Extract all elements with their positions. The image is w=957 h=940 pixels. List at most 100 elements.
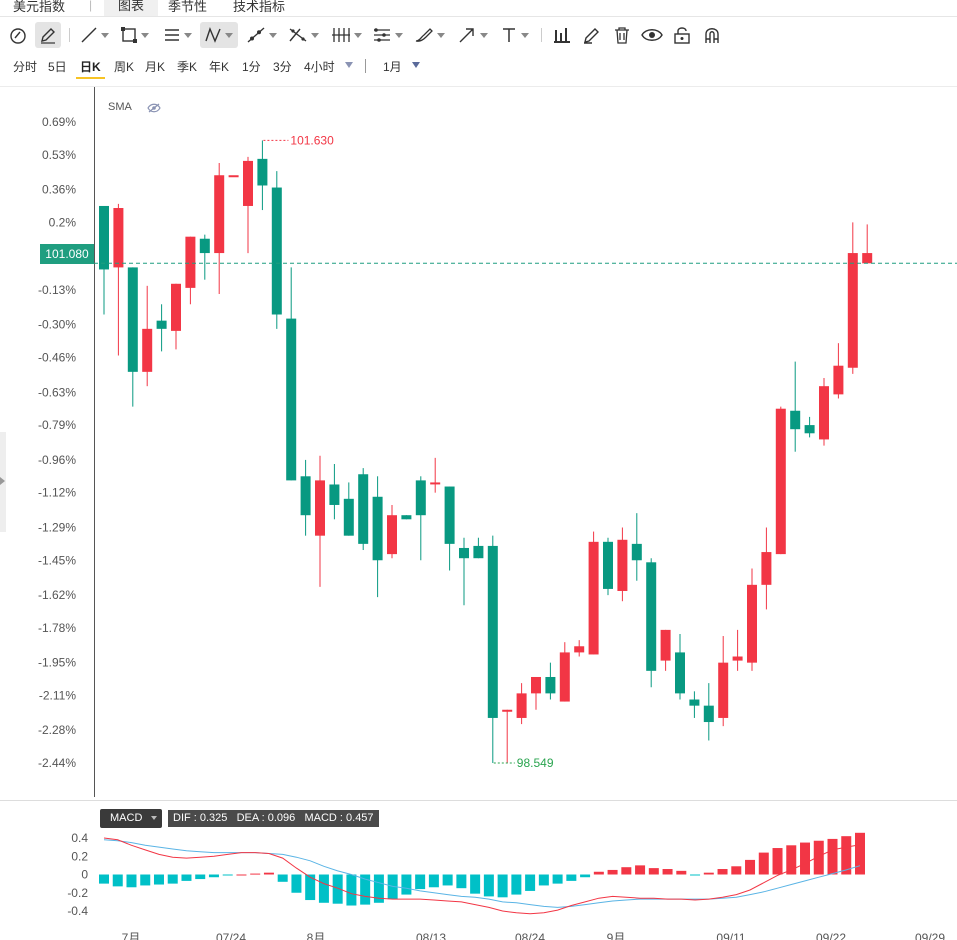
candle-body	[473, 545, 484, 559]
macd-histogram-bar	[153, 874, 164, 885]
candle-body	[790, 410, 801, 430]
price-tick-label: -2.44%	[38, 756, 76, 770]
candle-body	[631, 543, 642, 561]
macd-histogram-bar	[538, 874, 549, 886]
candle-body	[718, 662, 729, 718]
macd-histogram-bar	[401, 874, 412, 895]
eye-slash-icon[interactable]	[147, 103, 161, 113]
macd-histogram-bar	[483, 874, 494, 897]
candle-body	[545, 676, 556, 694]
macd-histogram-bar	[428, 874, 439, 888]
macd-histogram-bar	[800, 842, 811, 875]
candle-body	[847, 253, 858, 368]
candle-body	[329, 484, 340, 505]
macd-name: MACD	[110, 812, 143, 824]
x-axis-label: 08/13	[416, 931, 446, 940]
candle-body	[660, 629, 671, 661]
macd-histogram-bar	[566, 874, 577, 881]
candle-body	[142, 328, 153, 372]
candle-body	[603, 541, 613, 589]
candle-body	[559, 652, 570, 702]
macd-histogram-bar	[126, 874, 137, 888]
candle-body	[99, 205, 109, 270]
sma-indicator-label[interactable]: SMA	[108, 101, 132, 113]
macd-histogram-bar	[318, 874, 329, 903]
chevron-down-icon[interactable]	[151, 816, 157, 820]
macd-tick-label: 0.4	[71, 831, 88, 845]
candle-body	[689, 699, 700, 706]
macd-histogram-bar	[99, 874, 109, 884]
candlestick-chart[interactable]: 0.69% 0.53% 0.36% 0.2% -0.13% -0.30% -0.46% -0.…	[0, 0, 957, 940]
macd-histogram-bar	[263, 872, 274, 875]
price-tick-label: -0.30%	[38, 318, 76, 332]
macd-histogram-bar	[140, 874, 151, 886]
macd-histogram-bar	[181, 874, 192, 881]
candle-body	[199, 238, 210, 254]
price-tick-label: -0.13%	[38, 283, 76, 297]
candle-body	[156, 320, 167, 329]
candle-body	[862, 253, 873, 264]
candle-body	[358, 474, 369, 544]
candle-body	[804, 425, 815, 434]
price-tick-label: -0.63%	[38, 385, 76, 399]
candle-body	[531, 676, 541, 694]
price-tick-label: -1.95%	[38, 656, 76, 670]
macd-histogram-bar	[346, 874, 357, 906]
macd-histogram-bar	[236, 874, 247, 876]
macd-tick-label: 0	[81, 868, 88, 882]
low-price-label: 98.549	[517, 756, 554, 770]
price-tick-label: 0.69%	[42, 115, 76, 129]
candle-body	[243, 160, 253, 206]
candle-body	[487, 545, 498, 718]
candle-body	[387, 515, 397, 555]
candle-body	[444, 486, 455, 544]
macd-tick-label: -0.2	[67, 886, 88, 900]
candle-body	[127, 267, 138, 372]
macd-histogram-bar	[208, 874, 219, 878]
candle-body	[588, 541, 599, 655]
price-tick-label: -1.62%	[38, 588, 76, 602]
x-axis-label: 08/24	[515, 931, 545, 940]
price-tick-label: -0.79%	[38, 418, 76, 432]
macd-histogram-bar	[250, 873, 261, 875]
macd-histogram-bar	[731, 866, 742, 875]
macd-values-readout: DIF : 0.325 DEA : 0.096 MACD : 0.457	[168, 810, 379, 827]
candle-body	[214, 175, 225, 254]
x-axis-label: 07/24	[216, 931, 246, 940]
price-tick-label: -1.12%	[38, 486, 76, 500]
macd-histogram-bar	[195, 874, 206, 880]
macd-histogram-bar	[758, 852, 769, 875]
candle-body	[502, 709, 513, 712]
price-tick-label: -0.96%	[38, 453, 76, 467]
macd-indicator-selector[interactable]: MACD	[100, 809, 162, 828]
candle-body	[761, 552, 772, 585]
candle-body	[300, 476, 311, 516]
macd-histogram-bar	[648, 868, 659, 875]
macd-histogram-bar	[511, 874, 522, 895]
candle-body	[516, 693, 527, 718]
macd-histogram-bar	[112, 874, 123, 887]
macd-histogram-bar	[415, 874, 426, 890]
candle-body	[775, 408, 786, 555]
macd-tick-label: 0.2	[71, 849, 88, 863]
macd-histogram-bar	[676, 870, 687, 875]
macd-histogram-bar	[525, 874, 536, 891]
macd-histogram-bar	[442, 874, 453, 886]
candle-body	[171, 283, 181, 331]
macd-histogram-bar	[291, 874, 302, 893]
macd-histogram-bar	[456, 874, 467, 889]
x-axis-label: 09/29	[915, 931, 945, 940]
macd-histogram-bar	[621, 867, 632, 875]
macd-histogram-bar	[745, 859, 756, 875]
macd-histogram-bar	[703, 872, 714, 875]
macd-histogram-bar	[580, 874, 591, 878]
candle-body	[343, 498, 354, 536]
macd-histogram-bar	[593, 871, 604, 875]
macd-histogram-bar	[635, 865, 646, 875]
macd-histogram-bar	[167, 874, 178, 884]
x-axis-label: 7月	[122, 931, 141, 940]
candle-body	[675, 652, 685, 694]
high-price-label: 101.630	[290, 133, 334, 147]
x-axis-label: 9月	[607, 931, 626, 940]
price-tick-label: 0.36%	[42, 183, 76, 197]
